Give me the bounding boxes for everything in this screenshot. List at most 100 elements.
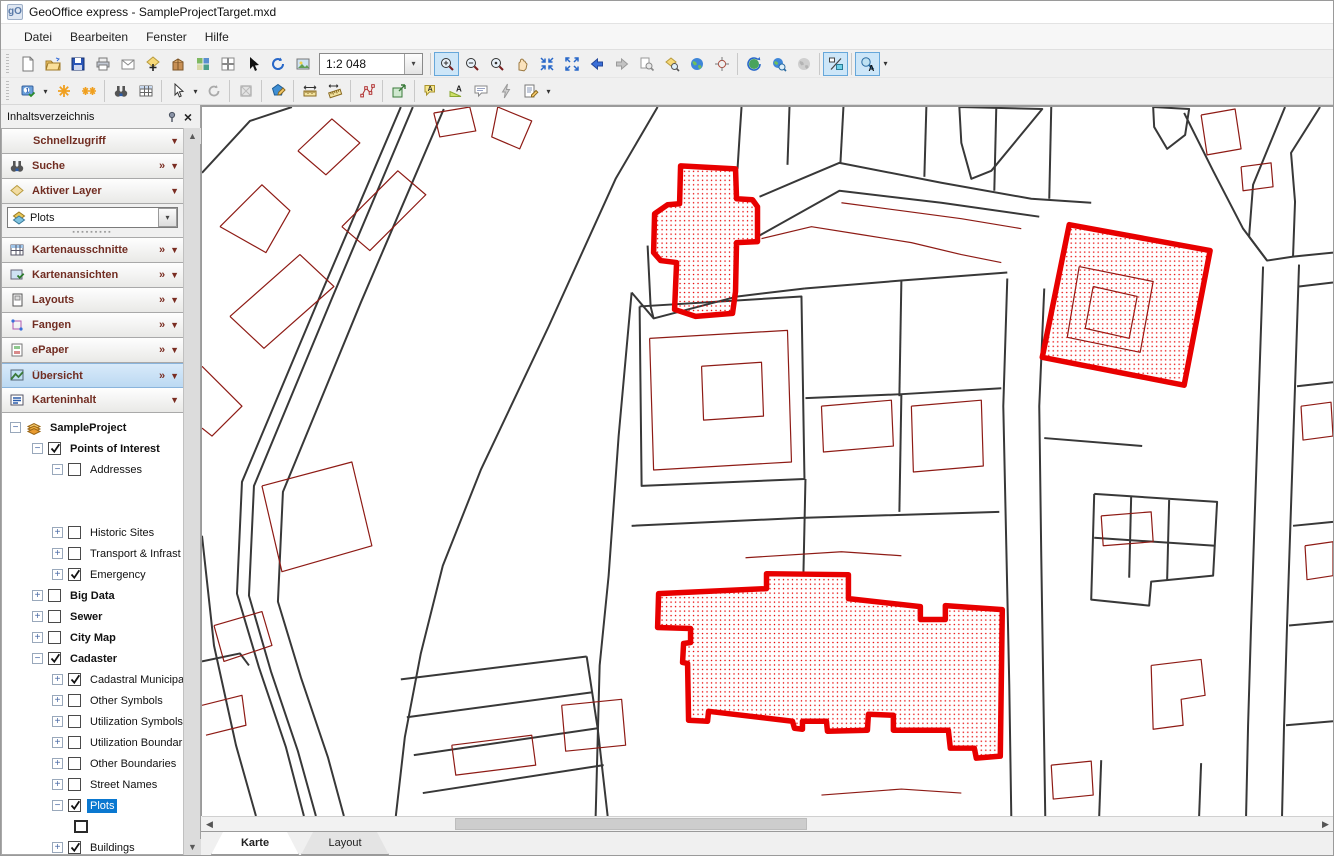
toolbar-grip[interactable] — [5, 81, 12, 101]
toolbar-dropdown-icon[interactable]: ▾ — [190, 79, 201, 103]
checkbox-checked[interactable] — [68, 568, 81, 581]
select-features-button[interactable] — [165, 79, 190, 103]
send-mail-button[interactable] — [115, 52, 140, 76]
panel-karteninhalt[interactable]: Karteninhalt▼ — [2, 388, 183, 413]
next-extent-button[interactable] — [609, 52, 634, 76]
create-point-button[interactable] — [51, 79, 76, 103]
toolbar-dropdown-icon[interactable]: ▾ — [543, 79, 554, 103]
panel-dropdown-icon[interactable]: ▼ — [170, 345, 179, 355]
export-view-button[interactable] — [386, 79, 411, 103]
sync-selection-button[interactable] — [201, 79, 226, 103]
panel-epaper[interactable]: ePaper»▼ — [2, 338, 183, 363]
expand-icon[interactable]: + — [52, 737, 63, 748]
map-canvas[interactable] — [201, 105, 1333, 816]
checkbox-checked[interactable] — [48, 442, 61, 455]
layer-label[interactable]: Street Names — [87, 778, 160, 792]
panel-dropdown-icon[interactable]: ▼ — [170, 371, 179, 381]
scale-combo[interactable]: 1:2 048▾ — [319, 53, 423, 75]
menu-item-bearbeiten[interactable]: Bearbeiten — [61, 26, 137, 48]
collapse-icon[interactable]: − — [32, 653, 43, 664]
panel-suche[interactable]: Suche»▼ — [2, 154, 183, 179]
panel-dropdown-icon[interactable]: ▼ — [170, 186, 179, 196]
tab-karte[interactable]: Karte — [211, 832, 299, 855]
scroll-left-icon[interactable]: ◀ — [202, 817, 217, 831]
pan-button[interactable] — [509, 52, 534, 76]
checkbox-unchecked[interactable] — [48, 610, 61, 623]
refresh-button[interactable] — [265, 52, 290, 76]
scroll-up-icon[interactable]: ▲ — [184, 128, 201, 144]
measure-area-button[interactable] — [322, 79, 347, 103]
scale-combo-dropdown-icon[interactable]: ▾ — [404, 54, 422, 74]
layer-label[interactable]: Utilization Boundar — [87, 736, 183, 750]
expand-chevron-icon[interactable]: » — [159, 319, 165, 331]
layer-label[interactable]: Buildings — [87, 841, 138, 855]
layer-label[interactable]: Points of Interest — [67, 442, 163, 456]
package-button[interactable] — [165, 52, 190, 76]
layer-label[interactable]: Addresses — [87, 463, 145, 477]
checkbox-unchecked[interactable] — [68, 547, 81, 560]
save-button[interactable] — [65, 52, 90, 76]
expand-icon[interactable]: + — [52, 842, 63, 853]
expand-icon[interactable]: + — [52, 716, 63, 727]
add-data-button[interactable] — [140, 52, 165, 76]
panel-dropdown-icon[interactable]: ▼ — [170, 320, 179, 330]
panel-dropdown-icon[interactable]: ▼ — [170, 136, 179, 146]
expand-chevron-icon[interactable]: » — [159, 294, 165, 306]
selected-plot[interactable] — [658, 574, 1003, 758]
panel-dropdown-icon[interactable]: ▼ — [170, 161, 179, 171]
checkbox-checked[interactable] — [68, 673, 81, 686]
layer-label[interactable]: Transport & Infrast — [87, 547, 183, 561]
expand-icon[interactable]: + — [52, 569, 63, 580]
zoom-in-button[interactable] — [434, 52, 459, 76]
expand-icon[interactable]: + — [32, 590, 43, 601]
panel-resize-grip[interactable]: ▪▪▪▪▪▪▪▪▪ — [7, 228, 178, 236]
combo-dropdown-icon[interactable]: ▾ — [158, 208, 177, 227]
collapse-icon[interactable]: − — [10, 422, 21, 433]
select-pointer-button[interactable] — [240, 52, 265, 76]
offline-globe-button[interactable] — [791, 52, 816, 76]
panel-dropdown-icon[interactable]: ▼ — [170, 295, 179, 305]
layer-label[interactable]: Big Data — [67, 589, 118, 603]
checkbox-checked[interactable] — [68, 841, 81, 854]
layer-label[interactable]: City Map — [67, 631, 119, 645]
expand-icon[interactable]: + — [32, 632, 43, 643]
open-project-button[interactable] — [40, 52, 65, 76]
expand-chevron-icon[interactable]: » — [159, 160, 165, 172]
attribute-table-button[interactable] — [133, 79, 158, 103]
layer-label[interactable]: Plots — [87, 799, 117, 813]
layer-label[interactable]: Utilization Symbols — [87, 715, 183, 729]
active-layer-combo[interactable]: Plots▾ — [7, 207, 178, 228]
collapse-icon[interactable]: − — [32, 443, 43, 454]
scroll-right-icon[interactable]: ▶ — [1318, 817, 1333, 831]
selected-plot[interactable] — [654, 166, 758, 317]
measure-distance-button[interactable] — [297, 79, 322, 103]
collapse-icon[interactable]: − — [52, 464, 63, 475]
panel-schnellzugriff[interactable]: Schnellzugriff▼ — [2, 129, 183, 154]
edit-vertices-button[interactable] — [354, 79, 379, 103]
search-map-service-button[interactable] — [766, 52, 791, 76]
layout-tiles-button[interactable] — [215, 52, 240, 76]
search-button[interactable] — [108, 79, 133, 103]
expand-icon[interactable]: + — [52, 527, 63, 538]
create-points-button[interactable] — [76, 79, 101, 103]
label-slope-button[interactable]: A — [443, 79, 468, 103]
expand-chevron-icon[interactable]: » — [159, 344, 165, 356]
toolbar-dropdown-icon[interactable]: ▾ — [40, 79, 51, 103]
panel-kartenansichten[interactable]: Kartenansichten»▼ — [2, 263, 183, 288]
layer-label[interactable]: Emergency — [87, 568, 149, 582]
layer-label[interactable]: Other Symbols — [87, 694, 166, 708]
menu-item-datei[interactable]: Datei — [15, 26, 61, 48]
toggle-draft-mode-button[interactable] — [823, 52, 848, 76]
checkbox-unchecked[interactable] — [68, 526, 81, 539]
comment-button[interactable] — [468, 79, 493, 103]
checkbox-unchecked[interactable] — [68, 757, 81, 770]
checkbox-unchecked[interactable] — [68, 694, 81, 707]
checkbox-unchecked[interactable] — [68, 715, 81, 728]
expand-icon[interactable]: + — [52, 758, 63, 769]
panel-dropdown-icon[interactable]: ▼ — [170, 395, 179, 405]
layer-label[interactable]: Historic Sites — [87, 526, 157, 540]
checkbox-checked[interactable] — [68, 799, 81, 812]
center-target-button[interactable] — [709, 52, 734, 76]
expand-icon[interactable]: + — [32, 611, 43, 622]
new-document-button[interactable] — [15, 52, 40, 76]
